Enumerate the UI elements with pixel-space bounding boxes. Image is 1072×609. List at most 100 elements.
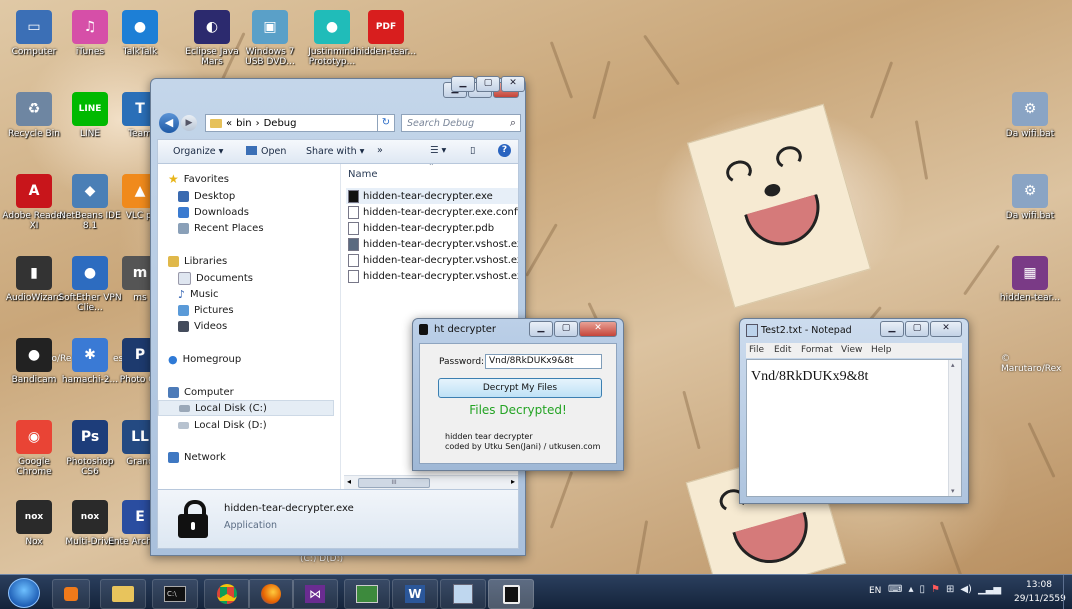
taskbar-firefox[interactable] [248, 579, 294, 609]
notepad-titlebar[interactable]: Test2.txt - Notepad ▁ ▢ ✕ [740, 319, 968, 341]
desktop-icon-talktalk[interactable]: ● TalkTalk [108, 10, 172, 57]
language-indicator[interactable]: EN [869, 586, 881, 596]
scroll-left-arrow[interactable]: ◂ [347, 477, 351, 486]
search-box[interactable]: Search Debug ⌕ [401, 114, 521, 132]
breadcrumb-bin[interactable]: bin [236, 118, 251, 129]
volume-icon[interactable]: ◀) [960, 584, 972, 595]
desktop-icon-windows-7-usb-dvd[interactable]: ▣ Windows 7 USB DVD... [238, 10, 302, 67]
more-commands-button[interactable]: » [377, 145, 383, 156]
menu-edit[interactable]: Edit [774, 345, 791, 355]
start-button[interactable] [8, 578, 40, 608]
taskbar-ht-decrypter[interactable] [488, 579, 534, 609]
taskbar-notepad[interactable] [440, 579, 486, 609]
nav-desktop[interactable]: Desktop [178, 188, 235, 204]
nav-local-disk-d[interactable]: Local Disk (D:) [178, 417, 267, 433]
nav-videos[interactable]: Videos [178, 318, 227, 334]
decrypt-my-files-button[interactable]: Decrypt My Files [438, 378, 602, 398]
scrollbar-thumb[interactable]: III [358, 478, 430, 488]
maximize-button[interactable]: ▢ [554, 321, 578, 337]
minimize-button[interactable]: ▁ [451, 76, 475, 92]
desktop-icon-audiowizard[interactable]: ▮ AudioWizard [2, 256, 66, 303]
password-field[interactable]: Vnd/8RkDUKx9&8t [485, 354, 602, 369]
decrypter-window[interactable]: ht decrypter ▁ ▢ ✕ Password: Vnd/8RkDUKx9&… [412, 318, 624, 471]
file-row[interactable]: hidden-tear-decrypter.pdb [348, 220, 494, 236]
keyboard-icon[interactable]: ⌨ [888, 584, 902, 595]
file-row[interactable]: hidden-tear-decrypter.exe.config [348, 204, 518, 220]
back-button[interactable]: ◀ [159, 113, 179, 133]
taskbar-task-manager[interactable] [344, 579, 390, 609]
clock-date[interactable]: 29/11/2559 [1014, 594, 1066, 604]
explorer-window[interactable]: ▁▢✕ ◀ ▶ « bin › Debug ▾ ↻ Search Debug ⌕… [150, 78, 526, 556]
notepad-vertical-scrollbar[interactable]: ▴ ▾ [948, 360, 961, 496]
desktop-icon-nox[interactable]: nox Nox [2, 500, 66, 547]
nav-computer[interactable]: Computer [168, 384, 234, 400]
file-row[interactable]: hidden-tear-decrypter.exe [346, 188, 518, 204]
menu-format[interactable]: Format [801, 345, 833, 355]
horizontal-scrollbar[interactable]: ◂ III ▸ [344, 475, 518, 489]
preview-pane-icon[interactable]: ▯ [470, 145, 475, 156]
desktop-icon-recycle-bin[interactable]: ♻ Recycle Bin [2, 92, 66, 139]
clock-time[interactable]: 13:08 [1026, 580, 1052, 590]
breadcrumb-overflow[interactable]: « [226, 118, 232, 129]
maximize-button[interactable]: ▢ [905, 321, 929, 337]
nav-pictures[interactable]: Pictures [178, 302, 234, 318]
nav-network[interactable]: Network [168, 449, 226, 465]
maximize-button[interactable]: ▢ [476, 76, 500, 92]
menu-help[interactable]: Help [871, 345, 892, 355]
nav-music[interactable]: ♪ Music [178, 286, 218, 302]
desktop-icon-hidden-tear[interactable]: PDF hidden-tear... [354, 10, 418, 57]
taskbar-media-player[interactable] [52, 579, 90, 609]
open-button[interactable]: Open [261, 146, 286, 157]
file-row[interactable]: hidden-tear-decrypter.vshost.exe.conf [348, 252, 518, 268]
nav-documents[interactable]: Documents [178, 270, 253, 286]
notepad-window[interactable]: Test2.txt - Notepad ▁ ▢ ✕ File Edit Format… [739, 318, 969, 504]
desktop-icon-da-wifi-bat[interactable]: ⚙ Da wifi.bat [998, 92, 1062, 139]
address-bar[interactable]: « bin › Debug ▾ [205, 114, 395, 132]
nav-homegroup[interactable]: ● Homegroup [168, 351, 241, 367]
show-hidden-icons-icon[interactable]: ▴ [908, 584, 913, 595]
refresh-button[interactable]: ↻ [377, 114, 395, 132]
help-icon[interactable]: ? [498, 144, 511, 157]
decrypter-titlebar[interactable]: ht decrypter ▁ ▢ ✕ [413, 319, 623, 341]
search-input[interactable]: Search Debug [407, 118, 474, 129]
battery-icon[interactable]: ▯ [919, 584, 925, 595]
navigation-pane[interactable]: ★ Favorites Desktop Downloads Recent Plac… [158, 164, 341, 489]
security-icon[interactable]: ⚑ [931, 584, 940, 595]
desktop-icon-adobe-reader-xi[interactable]: A Adobe Reader XI [2, 174, 66, 231]
taskbar-visual-studio[interactable]: ⋈ [292, 579, 338, 609]
nav-recent-places[interactable]: Recent Places [178, 220, 264, 236]
desktop-icon-hidden-tear[interactable]: ▦ hidden-tear... [998, 256, 1062, 303]
organize-menu[interactable]: Organize ▾ [173, 146, 223, 157]
column-header-name[interactable]: Name [348, 169, 378, 180]
file-row[interactable]: hidden-tear-decrypter.vshost.exe [348, 236, 518, 252]
notepad-text-area[interactable]: Vnd/8RkDUKx9&8t ▴ ▾ [746, 359, 962, 497]
show-desktop-button[interactable] [1063, 575, 1072, 609]
close-button[interactable]: ✕ [930, 321, 962, 337]
desktop-icon-da-wifi-bat[interactable]: ⚙ Da wifi.bat [998, 174, 1062, 221]
taskbar-chrome[interactable] [204, 579, 250, 609]
taskbar-file-explorer[interactable] [100, 579, 146, 609]
taskbar-word[interactable]: W [392, 579, 438, 609]
scroll-down-arrow[interactable]: ▾ [951, 487, 955, 495]
menu-view[interactable]: View [841, 345, 862, 355]
desktop-icon-eclipse-java-mars[interactable]: ◐ Eclipse Java Mars [180, 10, 244, 67]
file-row[interactable]: hidden-tear-decrypter.vshost.exe.man [348, 268, 518, 284]
forward-button[interactable]: ▶ [181, 115, 197, 131]
windows-flag-icon[interactable]: ⊞ [946, 584, 954, 595]
nav-downloads[interactable]: Downloads [178, 204, 249, 220]
desktop-icon-computer[interactable]: ▭ Computer [2, 10, 66, 57]
view-options-icon[interactable]: ☰ ▾ [430, 145, 446, 156]
close-button[interactable]: ✕ [579, 321, 617, 337]
nav-libraries[interactable]: Libraries [168, 253, 227, 269]
scroll-right-arrow[interactable]: ▸ [511, 477, 515, 486]
desktop-icon-bandicam[interactable]: ● Bandicam [2, 338, 66, 385]
signal-icon[interactable]: ▁▃▅ [978, 584, 1001, 595]
scroll-up-arrow[interactable]: ▴ [951, 361, 955, 369]
menu-file[interactable]: File [749, 345, 764, 355]
minimize-button[interactable]: ▁ [529, 321, 553, 337]
nav-favorites[interactable]: ★ Favorites [168, 171, 229, 187]
breadcrumb-debug[interactable]: Debug [264, 118, 297, 129]
desktop-icon-google-chrome[interactable]: ◉ Google Chrome [2, 420, 66, 477]
nav-local-disk-c[interactable]: Local Disk (C:) [158, 400, 334, 416]
taskbar-command-prompt[interactable]: C:\ [152, 579, 198, 609]
